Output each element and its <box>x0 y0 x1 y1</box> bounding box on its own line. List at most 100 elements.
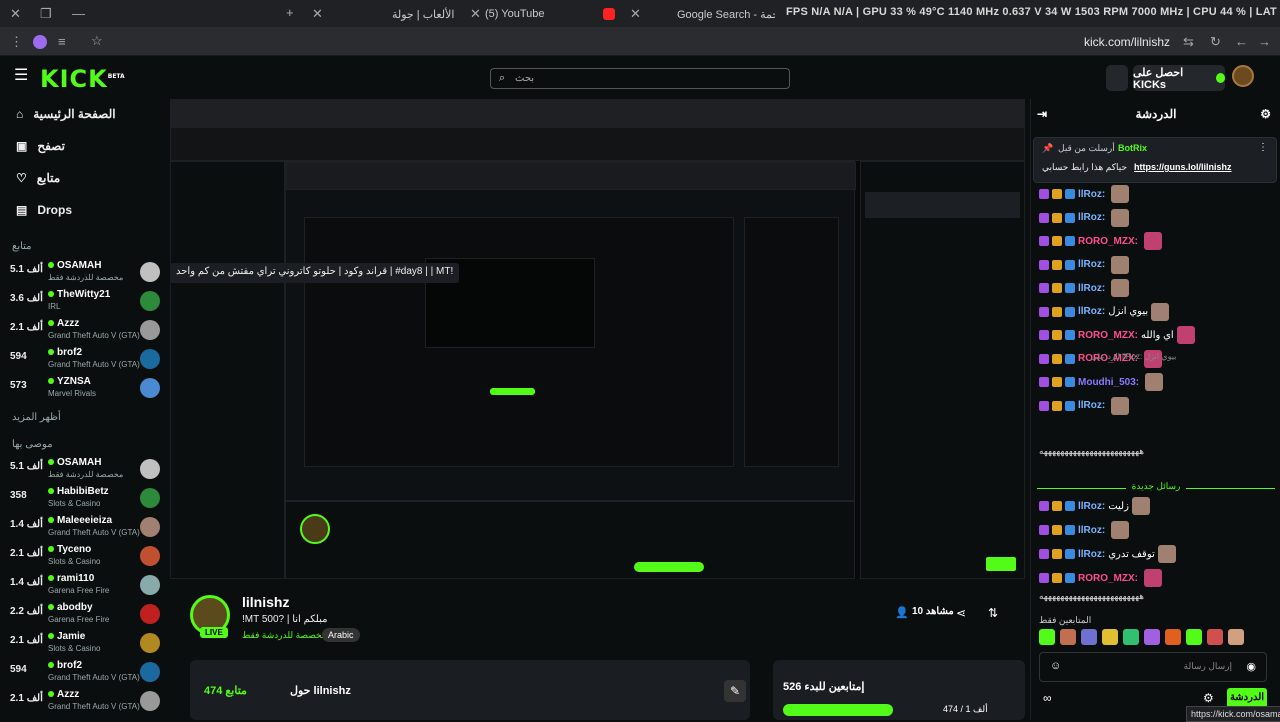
tab-google[interactable]: Google Search - ترجمة <box>677 4 775 24</box>
live-dot <box>48 349 54 355</box>
emote-icon[interactable] <box>1144 629 1160 645</box>
user-avatar[interactable] <box>1232 65 1254 87</box>
nav-home[interactable]: ⌂ الصفحة الرئيسية <box>16 107 116 121</box>
share-icon[interactable]: ⋖ <box>956 606 966 620</box>
recommended-channel[interactable]: 1.4 ألف rami110 Garena Free Fire <box>10 573 160 599</box>
emote-icon[interactable] <box>1123 629 1139 645</box>
chat-username[interactable]: llRoz: <box>1078 259 1105 270</box>
chat-username[interactable]: RORO_MZX: <box>1078 573 1138 584</box>
chat-username[interactable]: llRoz: <box>1078 212 1105 223</box>
nav-browse[interactable]: ▣ تصفح <box>16 139 65 153</box>
menu-dots-icon[interactable]: ⋮ <box>10 35 23 49</box>
emote-icon[interactable] <box>1186 629 1202 645</box>
chat-badge-icon[interactable]: ◉ <box>1246 660 1256 673</box>
chat-message: llRoz: <box>1039 255 1275 274</box>
recommended-channel[interactable]: 358 HabibiBetz Slots & Casino <box>10 486 160 512</box>
infinity-icon[interactable]: ∞ <box>1043 691 1052 705</box>
show-more-link[interactable]: أظهر المزيد <box>12 412 61 423</box>
emote-icon[interactable] <box>1102 629 1118 645</box>
address-bar: ⋮ ≡ ☆ kick.com/lilnishz ⇆ ↻ ← → <box>0 28 1280 56</box>
emote-icon[interactable] <box>1039 629 1055 645</box>
chat-username[interactable]: Moudhi_503: <box>1078 377 1139 388</box>
send-chat-button[interactable]: الدردشة <box>1227 688 1267 708</box>
recommended-channel[interactable]: 5.1 ألف OSAMAH مخصصة للدردشة فقط <box>10 457 160 483</box>
nav-label: الصفحة الرئيسية <box>33 107 116 121</box>
collapse-chat-icon[interactable]: ⇥ <box>1037 99 1047 129</box>
emote-icon[interactable] <box>1207 629 1223 645</box>
recommended-channel[interactable]: 1.4 ألف Maleeeieiza Grand Theft Auto V (GT… <box>10 515 160 541</box>
stream-category[interactable]: مخصصة للدردشة فقط <box>242 630 327 641</box>
following-channel[interactable]: 2.1 ألف Azzz Grand Theft Auto V (GTA) <box>10 318 160 344</box>
nav-label: متابع <box>36 171 61 185</box>
browse-icon: ▣ <box>16 139 28 153</box>
chat-username[interactable]: llRoz: <box>1078 549 1105 560</box>
channel-name: YZNSA <box>48 376 91 387</box>
settings-gear-icon[interactable]: ⚙ <box>1203 691 1214 705</box>
emote-icon[interactable] <box>1228 629 1244 645</box>
tab-close-icon[interactable]: ✕ <box>312 7 323 21</box>
emote-icon[interactable] <box>1081 629 1097 645</box>
live-dot <box>48 378 54 384</box>
nav-drops[interactable]: ▤ Drops <box>16 203 72 217</box>
recommended-channel[interactable]: 594 brof2 Grand Theft Auto V (GTA) <box>10 660 160 686</box>
channel-avatar <box>140 262 160 282</box>
chat-username[interactable]: RORO_MZX: <box>1078 330 1138 341</box>
nested-stream-frame <box>285 161 856 501</box>
video-player[interactable] <box>170 99 1025 579</box>
emoji-icon[interactable]: ☺ <box>1050 660 1061 672</box>
language-tag[interactable]: Arabic <box>322 628 360 642</box>
following-channel[interactable]: 3.6 ألف TheWitty21 IRL <box>10 289 160 315</box>
following-channel[interactable]: 5.1 ألف OSAMAH مخصصة للدردشة فقط <box>10 260 160 286</box>
bookmark-star-icon[interactable]: ☆ <box>91 34 103 48</box>
chat-username[interactable]: llRoz: <box>1078 189 1105 200</box>
minimize-icon[interactable]: — <box>72 7 85 21</box>
following-channel[interactable]: 573 YZNSA Marvel Rivals <box>10 376 160 402</box>
emote-icon[interactable] <box>1165 629 1181 645</box>
chat-message: llRoz: <box>1039 208 1275 227</box>
back-icon[interactable]: ← <box>1235 35 1248 49</box>
recommended-channel[interactable]: 2.1 ألف Tyceno Slots & Casino <box>10 544 160 570</box>
chat-username[interactable]: llRoz: <box>1078 525 1105 536</box>
reading-list-icon[interactable]: ≡ <box>58 35 66 49</box>
channel-name-text: Tyceno <box>57 544 92 555</box>
chat-input[interactable]: ☺ إرسال رسالة ◉ <box>1039 652 1267 682</box>
clip-icon[interactable]: ⇅ <box>988 606 998 620</box>
chat-username[interactable]: RORO_MZX: <box>1078 236 1138 247</box>
channel-avatar <box>140 320 160 340</box>
pinned-link[interactable]: https://guns.lol/lilnishz <box>1134 162 1232 172</box>
chat-message: RORO_MZX: اي والله <box>1039 326 1275 344</box>
chat-username[interactable]: llRoz: <box>1078 306 1105 317</box>
nav-following[interactable]: ♡ متابع <box>16 171 60 185</box>
get-kicks-button[interactable]: احصل على KICKs <box>1133 65 1225 91</box>
tab-games[interactable]: الألعاب | جولة <box>392 4 458 24</box>
hamburger-menu-icon[interactable]: ☰ <box>14 68 28 84</box>
profile-icon[interactable] <box>33 35 47 49</box>
chat-username[interactable]: llRoz: <box>1078 501 1105 512</box>
chat-settings-icon[interactable]: ⚙ <box>1260 99 1271 129</box>
streamer-name[interactable]: lilnishz <box>242 594 289 610</box>
edit-pencil-icon[interactable]: ✎ <box>724 680 746 702</box>
site-settings-icon[interactable]: ⇆ <box>1183 35 1194 49</box>
more-icon[interactable]: ⋮ <box>1258 142 1268 153</box>
chat-username[interactable]: llRoz: <box>1078 283 1105 294</box>
emote-icon[interactable] <box>1060 629 1076 645</box>
tab-youtube[interactable]: (5) YouTube <box>485 4 615 24</box>
subscribers-only-note: المتابعين فقط <box>1039 615 1092 625</box>
chat-username[interactable]: llRoz: <box>1078 400 1105 411</box>
url-field[interactable]: kick.com/lilnishz <box>1084 35 1170 49</box>
library-icon[interactable] <box>1106 65 1128 91</box>
close-icon[interactable]: ✕ <box>10 7 21 21</box>
reload-icon[interactable]: ↻ <box>1210 35 1221 49</box>
following-channel[interactable]: 594 brof2 Grand Theft Auto V (GTA) <box>10 347 160 373</box>
search-box[interactable]: ⌕ بحث <box>490 68 790 89</box>
kick-logo[interactable]: KICKBETA <box>40 65 125 93</box>
tab-close-icon[interactable]: ✕ <box>630 7 641 21</box>
recommended-channel[interactable]: 2.1 ألف Jamie Slots & Casino <box>10 631 160 657</box>
mod-badge-icon <box>1065 400 1075 411</box>
tab-close-icon[interactable]: ✕ <box>470 7 481 21</box>
recommended-channel[interactable]: 2.1 ألف Azzz Grand Theft Auto V (GTA) <box>10 689 160 715</box>
restore-icon[interactable]: ❐ <box>40 7 52 21</box>
forward-icon[interactable]: → <box>1258 35 1271 49</box>
new-tab-icon[interactable]: + <box>286 6 294 20</box>
recommended-channel[interactable]: 2.2 ألف abodby Garena Free Fire <box>10 602 160 628</box>
